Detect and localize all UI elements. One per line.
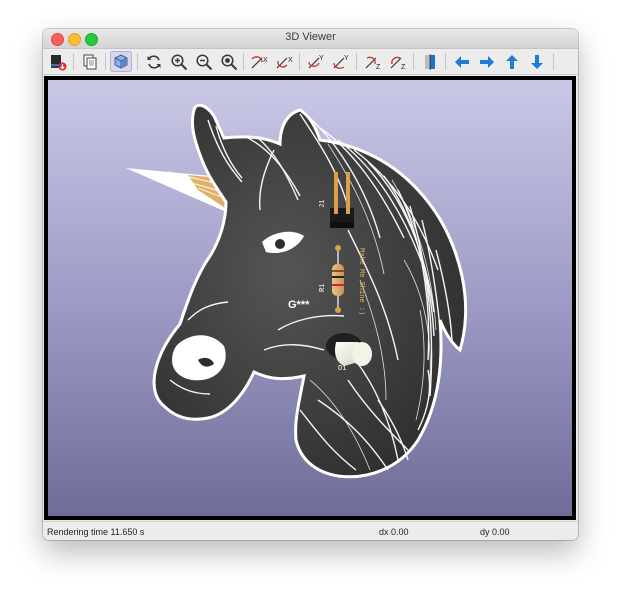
render-mode-button[interactable]	[110, 51, 132, 72]
toolbar: X X Y Y Z Z	[43, 49, 578, 75]
export-icon	[49, 53, 67, 71]
rotate-x-icon: X	[249, 53, 269, 71]
title-bar[interactable]: 3D Viewer	[43, 29, 578, 49]
rotate-y-icon: Y	[306, 53, 326, 71]
svg-text:Z: Z	[401, 64, 406, 71]
zoom-in-button[interactable]	[168, 51, 190, 72]
dx-readout: dx 0.00	[379, 527, 409, 537]
pcb-board	[152, 103, 468, 479]
3d-canvas[interactable]: J1 R1 Make Me Shine :) D1 G***	[48, 80, 572, 516]
ref-r1: R1	[319, 284, 327, 292]
refresh-icon	[145, 53, 163, 71]
zoom-in-icon	[170, 53, 188, 71]
ref-j1: J1	[319, 200, 327, 208]
toolbar-separator	[299, 53, 300, 70]
move-up-button[interactable]	[501, 51, 523, 72]
arrow-down-icon	[528, 53, 546, 71]
toolbar-separator	[105, 53, 106, 70]
flip-board-button[interactable]	[419, 51, 441, 72]
rotate-z-icon: Z	[363, 53, 383, 71]
toolbar-separator	[137, 53, 138, 70]
zoom-fit-icon	[220, 53, 238, 71]
rotate-z-ccw-button[interactable]: Z	[387, 51, 409, 72]
3d-viewport[interactable]: J1 R1 Make Me Shine :) D1 G***	[44, 76, 576, 520]
ref-d1: D1	[338, 365, 346, 373]
copy-icon	[81, 53, 99, 71]
flip-board-icon	[421, 53, 439, 71]
rotate-y-ccw-button[interactable]: Y	[330, 51, 352, 72]
svg-text:X: X	[288, 57, 293, 64]
svg-text:Y: Y	[344, 55, 349, 62]
rotate-y-cw-button[interactable]: Y	[305, 51, 327, 72]
move-right-button[interactable]	[476, 51, 498, 72]
dy-readout: dy 0.00	[480, 527, 510, 537]
rotate-x-cw-button[interactable]: X	[248, 51, 270, 72]
window-title: 3D Viewer	[285, 31, 336, 43]
cube-icon	[112, 53, 130, 71]
copy-button[interactable]	[79, 51, 101, 72]
toolbar-separator	[553, 53, 554, 70]
logo-ref: G***	[288, 299, 310, 311]
pcb-render: J1 R1 Make Me Shine :) D1 G***	[126, 103, 468, 479]
toolbar-separator	[356, 53, 357, 70]
move-down-button[interactable]	[526, 51, 548, 72]
toolbar-separator	[445, 53, 446, 70]
rotate-z-cw-button[interactable]: Z	[362, 51, 384, 72]
export-button[interactable]	[47, 51, 69, 72]
silkscreen-text: Make Me Shine :)	[357, 248, 365, 315]
rendering-time: Rendering time 11.650 s	[47, 527, 145, 537]
zoom-fit-button[interactable]	[218, 51, 240, 72]
rotate-y-icon: Y	[331, 53, 351, 71]
arrow-right-icon	[478, 53, 496, 71]
svg-text:Y: Y	[319, 55, 324, 62]
status-bar: Rendering time 11.650 s dx 0.00 dy 0.00	[43, 521, 578, 540]
toolbar-separator	[243, 53, 244, 70]
svg-text:X: X	[263, 57, 268, 64]
move-left-button[interactable]	[451, 51, 473, 72]
arrow-up-icon	[503, 53, 521, 71]
viewer-window: 3D Viewer X X Y Y Z Z J1 R1 Make Me Shin…	[43, 29, 578, 540]
toolbar-separator	[73, 53, 74, 70]
rotate-z-icon: Z	[388, 53, 408, 71]
svg-text:Z: Z	[376, 64, 381, 71]
toolbar-separator	[413, 53, 414, 70]
rotate-x-ccw-button[interactable]: X	[273, 51, 295, 72]
rotate-x-icon: X	[274, 53, 294, 71]
zoom-out-button[interactable]	[193, 51, 215, 72]
arrow-left-icon	[453, 53, 471, 71]
zoom-out-icon	[195, 53, 213, 71]
reload-button[interactable]	[143, 51, 165, 72]
